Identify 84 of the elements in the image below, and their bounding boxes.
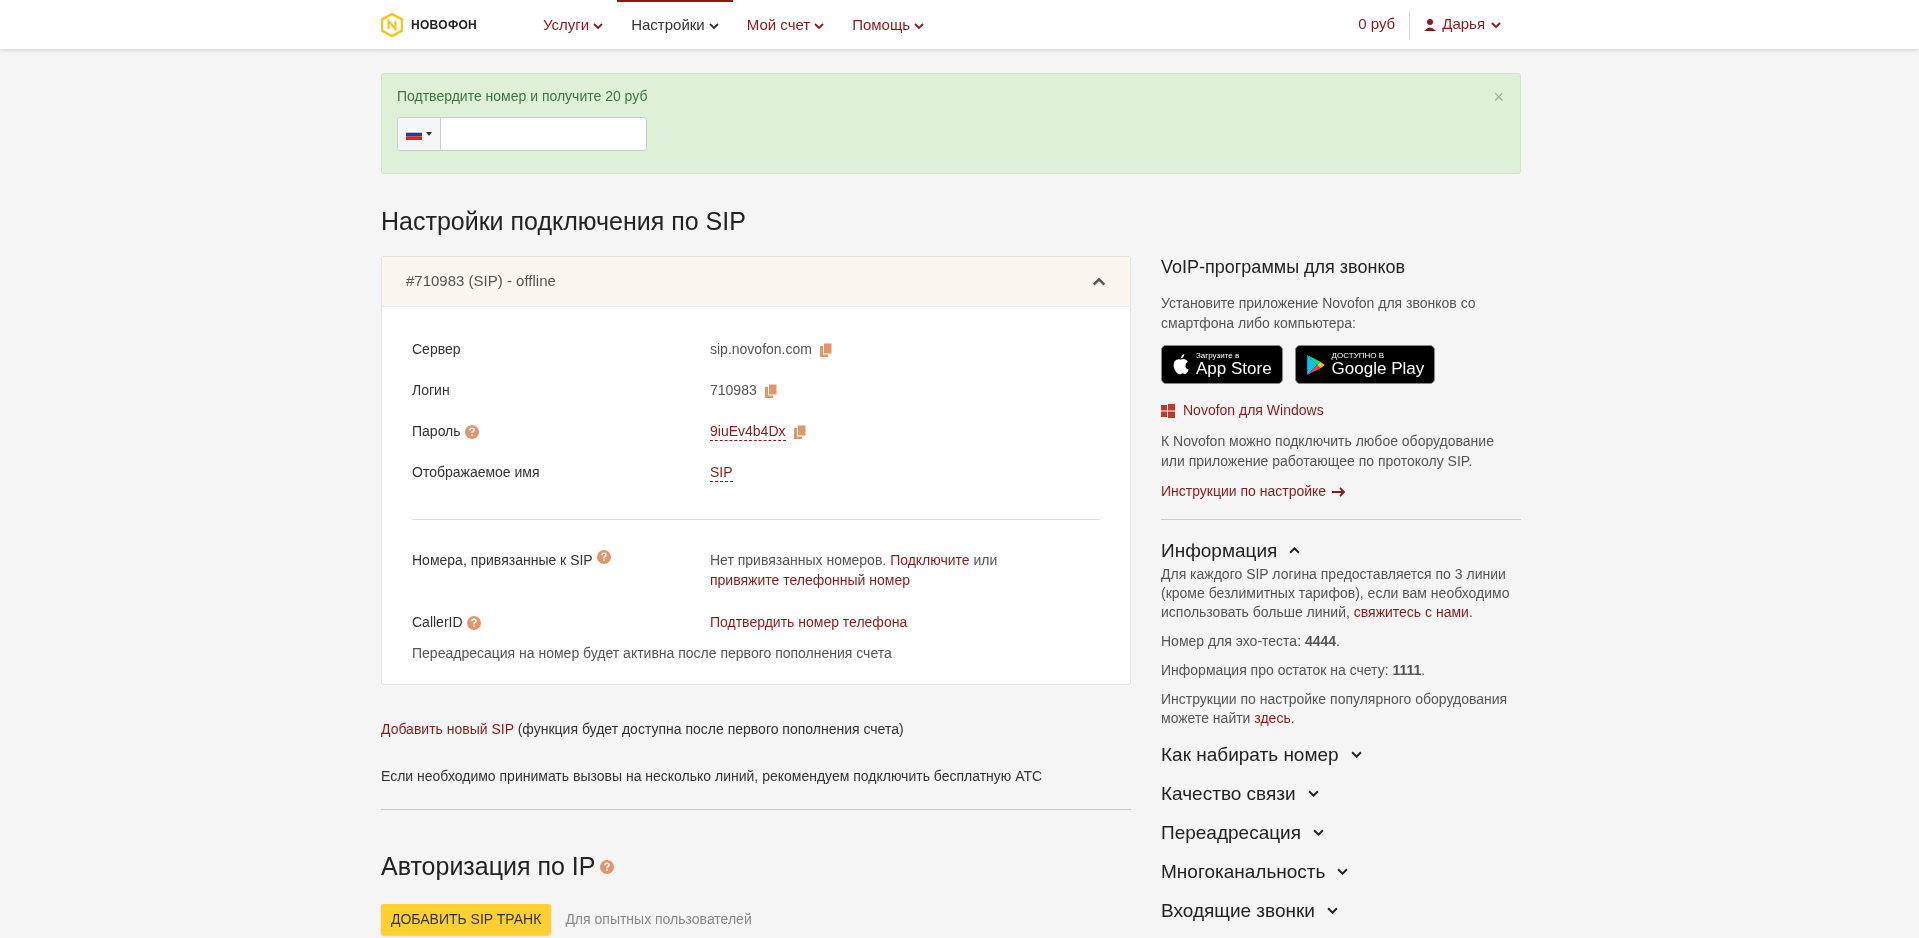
field-value: 710983: [710, 381, 757, 400]
accordion-header[interactable]: Многоканальность: [1161, 859, 1521, 884]
flag-icon: [406, 128, 422, 140]
nav-tab[interactable]: Помощь: [838, 0, 939, 49]
add-sip-note: (функция будет доступна после первого пополнения счета): [517, 721, 904, 737]
forwarding-note: Переадресация на номер будет активна после первого пополнения счета: [412, 644, 893, 663]
text-link[interactable]: свяжитесь с нами: [1353, 604, 1469, 620]
chevron-down-icon: [1491, 21, 1501, 28]
text-link[interactable]: привяжите телефонный номер: [710, 572, 910, 588]
card-header[interactable]: #710983 (SIP) - offline: [382, 257, 1130, 307]
badge-store-name: Google Play: [1331, 360, 1425, 377]
info-text: Инструкции по настройке популярного оборудования можете найти здесь.: [1161, 690, 1509, 728]
recommend-text: Если необходимо принимать вызовы на несколько линий, рекомендуем подключить бесплатную АТС: [381, 767, 1044, 786]
help-icon[interactable]: [599, 859, 614, 874]
sidebar-text: Установите приложение Novofon для звонков со смартфона либо компьютера:: [1161, 294, 1477, 333]
field-label: Номера, привязанные к SIP: [412, 551, 593, 570]
help-icon[interactable]: [596, 550, 611, 564]
accordion-header[interactable]: Информация: [1161, 538, 1521, 563]
card-title: #710983 (SIP) - offline: [406, 271, 556, 292]
windows-icon: [1161, 403, 1175, 418]
badge-caption: ДОСТУПНО В: [1331, 352, 1386, 360]
copy-icon[interactable]: [819, 342, 832, 357]
section-title: Авторизация по IP: [381, 851, 596, 882]
accordion-header[interactable]: Как набирать номер: [1161, 742, 1521, 767]
user-icon: [1424, 18, 1437, 31]
chevron-down-icon: [914, 22, 925, 29]
text-link[interactable]: Подключите: [890, 552, 970, 568]
store-badge[interactable]: ДОСТУПНО В Google Play: [1294, 345, 1436, 384]
nav-tab[interactable]: Мой счет: [732, 0, 839, 49]
copy-icon[interactable]: [793, 424, 806, 439]
instructions-link[interactable]: Инструкции по настройке: [1161, 481, 1521, 502]
chevron-down-icon: [1350, 751, 1362, 758]
logo-text: НОВОФОН: [411, 16, 478, 34]
chevron-down-icon: [708, 22, 719, 29]
play-icon: [1305, 353, 1326, 376]
badge-caption: Загрузите в: [1196, 352, 1241, 360]
chevron-down-icon: [1313, 829, 1324, 836]
apple-icon: [1172, 354, 1190, 375]
field-value: sip.novofon.com: [710, 340, 812, 359]
chevron-down-icon: [1307, 790, 1319, 797]
help-icon[interactable]: [464, 424, 479, 439]
field-label: Сервер: [412, 340, 461, 359]
add-trunk-button[interactable]: ДОБАВИТЬ SIP ТРАНК: [381, 903, 552, 935]
chevron-down-icon: [593, 22, 604, 29]
copy-icon[interactable]: [764, 383, 777, 398]
accordion-header[interactable]: Переадресация: [1161, 820, 1521, 845]
chevron-down-icon: [1326, 907, 1338, 914]
info-text: Для каждого SIP логина предоставляется по 3 линии (кроме безлимитных тарифов), если вам необходимо использовать больше линий, свяжитесь с нами.: [1161, 565, 1511, 622]
banner-text: Подтвердите номер и получите 20 руб: [397, 87, 648, 106]
editable-value[interactable]: 9iuEv4b4Dx: [710, 422, 786, 441]
add-sip-link[interactable]: Добавить новый SIP: [381, 721, 514, 737]
hint-text: Для опытных пользователей: [565, 909, 752, 929]
field-label: Пароль: [412, 422, 461, 441]
logo-icon: [381, 12, 403, 37]
chevron-up-icon: [1289, 547, 1301, 554]
caret-icon: [426, 132, 432, 136]
balance[interactable]: 0 руб: [1358, 13, 1410, 36]
accordion-header[interactable]: Входящие звонки: [1161, 898, 1521, 923]
help-icon[interactable]: [466, 615, 481, 630]
text-link[interactable]: здесь: [1254, 710, 1291, 726]
confirm-phone-link[interactable]: Подтвердить номер телефона: [710, 612, 908, 633]
nav-tab[interactable]: Услуги: [529, 0, 618, 49]
chevron-down-icon: [1337, 868, 1349, 875]
sidebar-title: VoIP-программы для звонков: [1161, 256, 1407, 279]
country-selector[interactable]: [398, 118, 441, 150]
sidebar-text: К Novofon можно подключить любое оборудование или приложение работающее по протоколу SIP.: [1161, 432, 1495, 471]
accordion-header[interactable]: Качество связи: [1161, 781, 1521, 806]
arrow-right-icon: [1332, 486, 1347, 497]
chevron-up-icon: [1092, 277, 1106, 286]
editable-value[interactable]: SIP: [710, 463, 733, 482]
nav-tab[interactable]: Настройки: [617, 0, 733, 49]
field-label: Логин: [412, 381, 450, 400]
badge-store-name: App Store: [1196, 360, 1272, 377]
field-label: Отображаемое имя: [412, 463, 540, 482]
phone-input[interactable]: [397, 117, 647, 151]
info-text: Информация про остаток на счету: 1111.: [1161, 661, 1427, 680]
numbers-text: Нет привязанных номеров. Подключите или привяжите телефонный номер: [710, 551, 999, 590]
windows-link[interactable]: Novofon для Windows: [1183, 400, 1324, 421]
chevron-down-icon: [814, 22, 825, 29]
page-title: Настройки подключения по SIP: [381, 206, 747, 237]
field-label: CallerID: [412, 613, 463, 632]
user-menu[interactable]: Дарья: [1410, 13, 1521, 36]
info-text: Номер для эхо-теста: 4444.: [1161, 632, 1341, 651]
store-badge[interactable]: Загрузите в App Store: [1161, 345, 1283, 384]
